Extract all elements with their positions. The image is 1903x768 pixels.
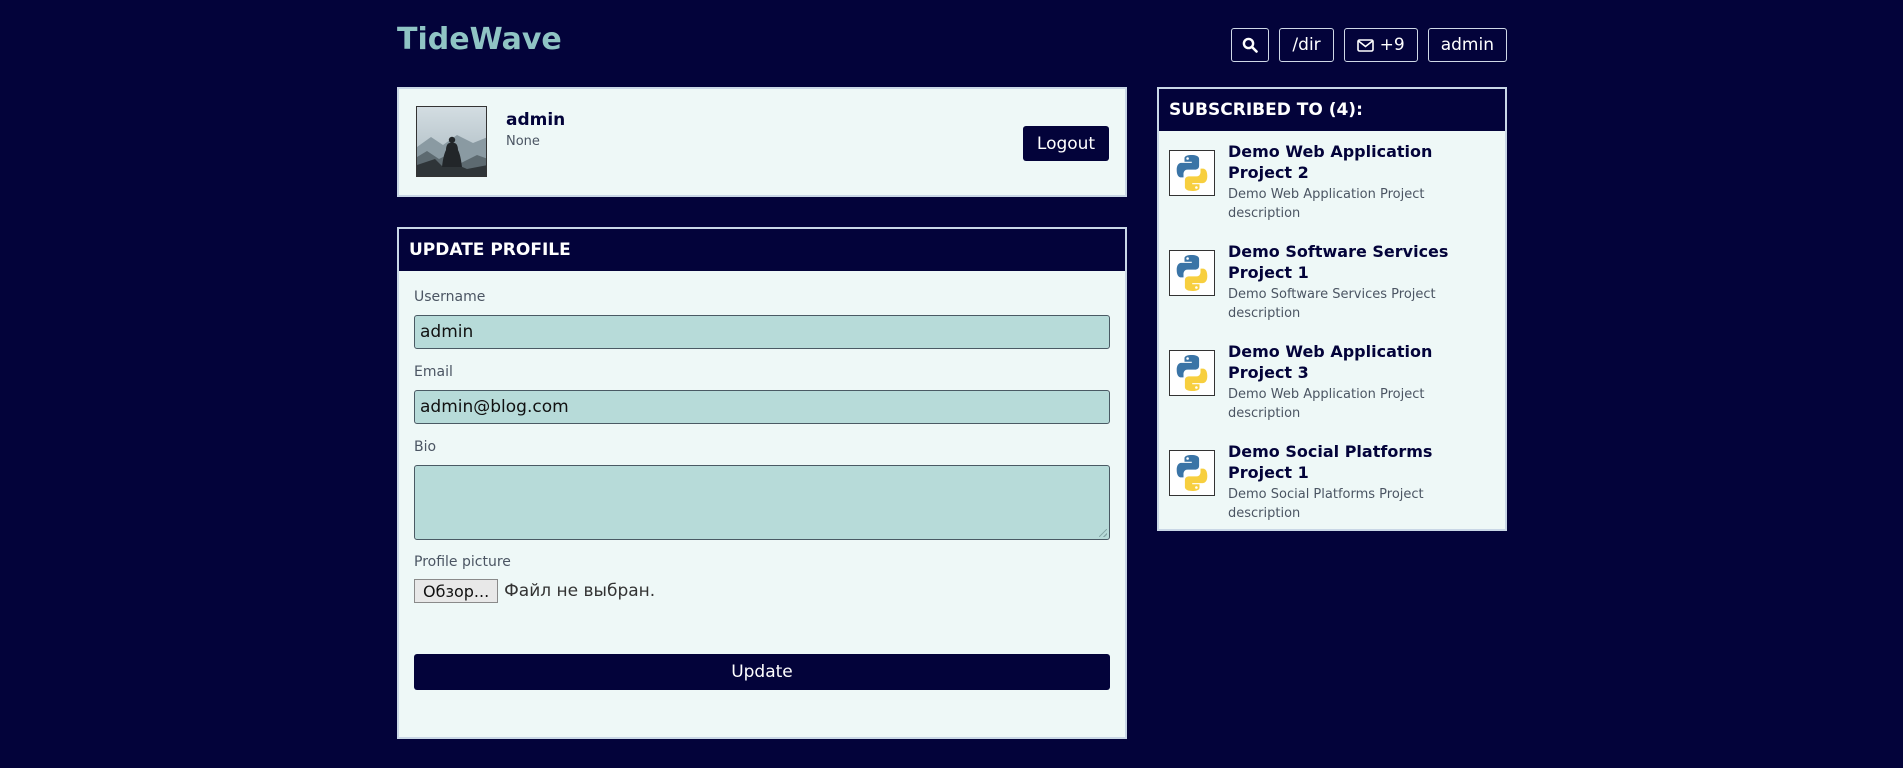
resize-grip-icon[interactable]: [1099, 529, 1107, 537]
top-nav: /dir +9 admin: [1231, 28, 1507, 62]
dir-button-label: /dir: [1292, 35, 1321, 55]
user-menu-button[interactable]: admin: [1427, 28, 1507, 62]
avatar: [416, 106, 487, 177]
bio-textarea[interactable]: [414, 465, 1110, 540]
subscription-description: Demo Web Application Project description: [1228, 187, 1425, 221]
email-field[interactable]: admin@blog.com: [414, 390, 1110, 424]
subscriptions-card: SUBSCRIBED TO (4): Demo Web Application …: [1157, 87, 1507, 531]
profile-picture-input: Обзор... Файл не выбран.: [414, 579, 655, 603]
user-menu-label: admin: [1440, 35, 1494, 55]
subscription-title[interactable]: Demo Social Platforms Project 1: [1228, 441, 1488, 483]
subscription-title[interactable]: Demo Web Application Project 3: [1228, 341, 1488, 383]
update-profile-card: UPDATE PROFILE Username admin Email admi…: [397, 227, 1127, 739]
envelope-icon: [1356, 38, 1374, 52]
no-file-text: Файл не выбран.: [504, 581, 656, 601]
messages-button[interactable]: +9: [1343, 28, 1418, 62]
profile-card: admin None Logout: [397, 87, 1127, 197]
python-logo-icon: [1169, 250, 1215, 296]
profile-picture-label: Profile picture: [414, 554, 511, 570]
python-logo-icon: [1169, 450, 1215, 496]
bio-label: Bio: [414, 439, 437, 455]
profile-bio: None: [506, 134, 540, 149]
username-field[interactable]: admin: [414, 315, 1110, 349]
subscription-description: Demo Software Services Project descripti…: [1228, 287, 1436, 321]
browse-button[interactable]: Обзор...: [414, 579, 499, 603]
python-logo-icon: [1169, 150, 1215, 196]
brand-logo[interactable]: TideWave: [397, 22, 562, 57]
subscription-title[interactable]: Demo Software Services Project 1: [1228, 241, 1488, 283]
subscription-description: Demo Web Application Project description: [1228, 387, 1425, 421]
search-icon: [1242, 37, 1259, 53]
subscription-description: Demo Social Platforms Project descriptio…: [1228, 487, 1424, 521]
subscriptions-title: SUBSCRIBED TO (4):: [1159, 89, 1505, 131]
dir-button[interactable]: /dir: [1279, 28, 1334, 62]
update-button[interactable]: Update: [414, 654, 1110, 690]
search-button[interactable]: [1231, 28, 1270, 62]
email-label: Email: [414, 364, 453, 380]
update-profile-title: UPDATE PROFILE: [399, 229, 1125, 271]
username-label: Username: [414, 289, 486, 305]
subscription-title[interactable]: Demo Web Application Project 2: [1228, 141, 1488, 183]
profile-username: admin: [506, 110, 566, 130]
logout-button[interactable]: Logout: [1023, 126, 1109, 161]
messages-count: +9: [1379, 35, 1405, 55]
python-logo-icon: [1169, 350, 1215, 396]
